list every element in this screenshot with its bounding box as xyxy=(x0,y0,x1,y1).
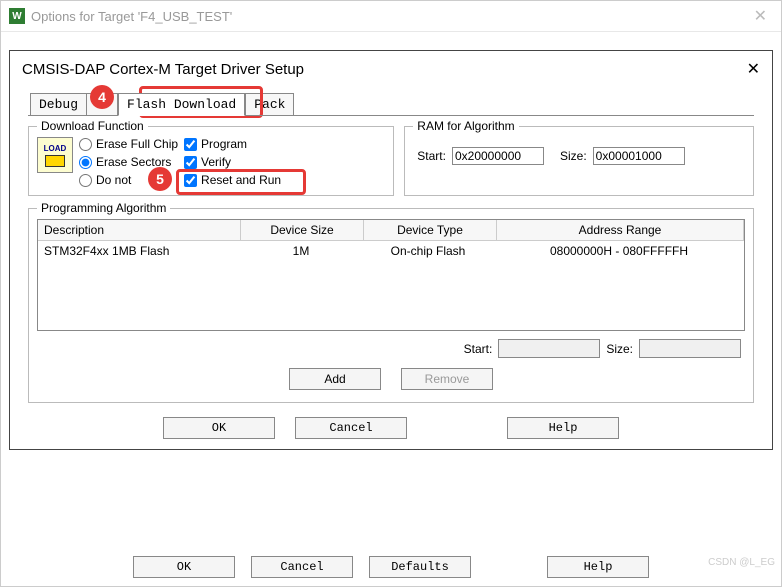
tab-bar: Debug e Flash Download Pack xyxy=(30,91,772,115)
cell-desc: STM32F4xx 1MB Flash xyxy=(38,241,240,261)
algo-size-label: Size: xyxy=(606,342,633,356)
outer-titlebar: W Options for Target 'F4_USB_TEST' ✕ xyxy=(1,1,781,32)
table-header: Description Device Size Device Type Addr… xyxy=(38,220,744,241)
remove-button: Remove xyxy=(401,368,493,390)
add-button[interactable]: Add xyxy=(289,368,381,390)
check-program[interactable]: Program xyxy=(184,137,281,151)
ram-start-label: Start: xyxy=(417,149,446,163)
outer-window-title: Options for Target 'F4_USB_TEST' xyxy=(31,9,232,24)
load-icon-chip xyxy=(45,155,65,167)
algo-start-label: Start: xyxy=(464,342,493,356)
check-verify[interactable]: Verify xyxy=(184,155,281,169)
dialog-title: CMSIS-DAP Cortex-M Target Driver Setup xyxy=(22,61,304,78)
dialog-help-button[interactable]: Help xyxy=(507,417,619,439)
tab-debug[interactable]: Debug xyxy=(30,93,87,115)
radio-erase-full-chip[interactable]: Erase Full Chip xyxy=(79,137,178,151)
dialog-close-icon[interactable]: ✕ xyxy=(747,59,760,79)
outer-defaults-button[interactable]: Defaults xyxy=(369,556,471,578)
prog-algo-legend: Programming Algorithm xyxy=(37,201,170,215)
download-function-legend: Download Function xyxy=(37,119,148,133)
annotation-marker-5: 5 xyxy=(148,167,172,191)
cell-size: 1M xyxy=(240,241,362,261)
dialog-cancel-button[interactable]: Cancel xyxy=(295,417,407,439)
cell-addr: 08000000H - 080FFFFFH xyxy=(494,241,744,261)
download-function-group: Download Function LOAD Erase Full Chip E… xyxy=(28,126,394,196)
ram-size-input[interactable] xyxy=(593,147,685,165)
col-description[interactable]: Description xyxy=(38,220,241,240)
outer-ok-button[interactable]: OK xyxy=(133,556,235,578)
watermark: CSDN @L_EG xyxy=(708,557,775,568)
outer-button-row: OK Cancel Defaults Help xyxy=(1,556,781,578)
ram-start-input[interactable] xyxy=(452,147,544,165)
outer-help-button[interactable]: Help xyxy=(547,556,649,578)
col-device-type[interactable]: Device Type xyxy=(364,220,497,240)
ram-legend: RAM for Algorithm xyxy=(413,119,518,133)
tab-pack[interactable]: Pack xyxy=(245,93,294,115)
tab-flash-download[interactable]: Flash Download xyxy=(118,93,245,116)
ram-for-algorithm-group: RAM for Algorithm Start: Size: xyxy=(404,126,754,196)
cell-type: On-chip Flash xyxy=(362,241,494,261)
algo-start-input xyxy=(498,339,600,358)
load-icon: LOAD xyxy=(37,137,73,173)
load-icon-label: LOAD xyxy=(44,144,67,153)
outer-options-window: W Options for Target 'F4_USB_TEST' ✕ CMS… xyxy=(0,0,782,587)
table-row[interactable]: STM32F4xx 1MB Flash 1M On-chip Flash 080… xyxy=(38,241,744,261)
check-reset-and-run[interactable]: Reset and Run xyxy=(184,173,281,187)
ram-size-label: Size: xyxy=(560,149,587,163)
dialog-button-row: OK Cancel Help xyxy=(10,417,772,439)
dialog-ok-button[interactable]: OK xyxy=(163,417,275,439)
col-address-range[interactable]: Address Range xyxy=(497,220,744,240)
algorithm-table[interactable]: Description Device Size Device Type Addr… xyxy=(37,219,745,331)
app-icon: W xyxy=(9,8,25,24)
col-device-size[interactable]: Device Size xyxy=(241,220,364,240)
algo-size-input xyxy=(639,339,741,358)
annotation-marker-4: 4 xyxy=(90,85,114,109)
programming-algorithm-group: Programming Algorithm Description Device… xyxy=(28,208,754,403)
outer-close-icon[interactable]: ✕ xyxy=(748,6,773,26)
target-driver-dialog: CMSIS-DAP Cortex-M Target Driver Setup ✕… xyxy=(9,50,773,450)
outer-cancel-button[interactable]: Cancel xyxy=(251,556,353,578)
